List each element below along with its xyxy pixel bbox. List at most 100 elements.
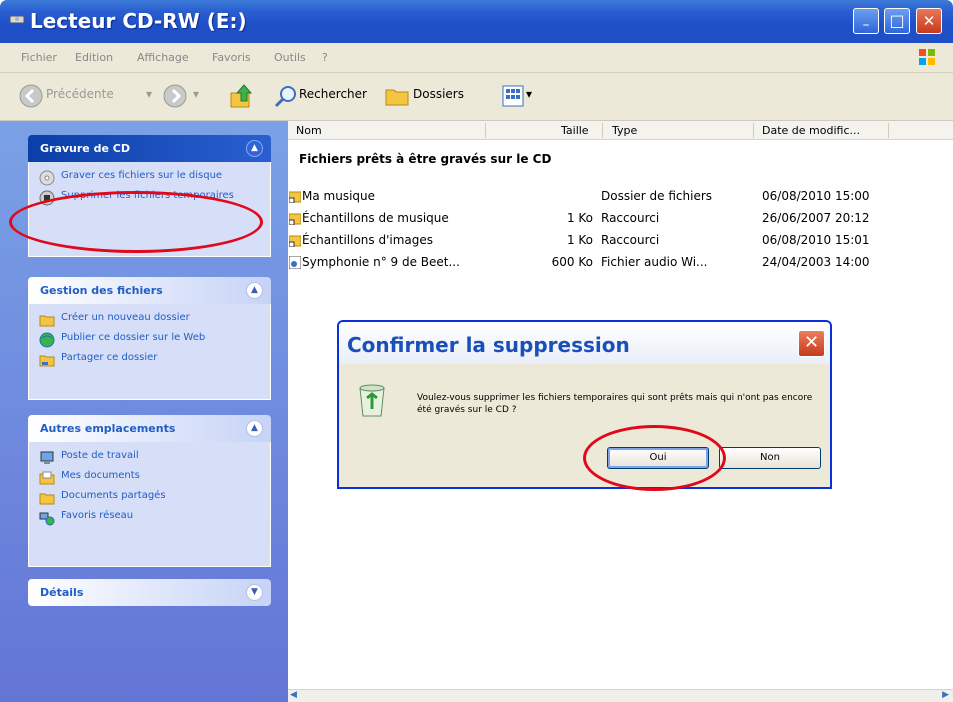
- search-icon[interactable]: [274, 85, 298, 109]
- view-grid-icon[interactable]: [502, 85, 524, 107]
- column-separator[interactable]: [485, 123, 486, 138]
- forward-arrow-icon[interactable]: [163, 84, 187, 108]
- file-management-body: Créer un nouveau dossier Publier ce doss…: [28, 304, 271, 400]
- expand-chevron-icon[interactable]: ▼: [246, 584, 263, 601]
- file-management-panel: Gestion des fichiers ▲ Créer un nouveau …: [28, 277, 271, 400]
- scroll-right-icon[interactable]: ▶: [942, 690, 949, 700]
- group-header: Fichiers prêts à être gravés sur le CD: [299, 152, 552, 166]
- task-burn-files[interactable]: Graver ces fichiers sur le disque: [39, 170, 260, 186]
- file-date: 06/08/2010 15:01: [762, 233, 870, 247]
- dialog-title: Confirmer la suppression: [347, 333, 630, 357]
- task-burn-files-label: Graver ces fichiers sur le disque: [61, 170, 223, 181]
- file-row[interactable]: Ma musique Dossier de fichiers 06/08/201…: [288, 187, 953, 209]
- minimize-button[interactable]: _: [853, 8, 879, 34]
- place-network[interactable]: Favoris réseau: [39, 510, 260, 526]
- task-new-folder-label: Créer un nouveau dossier: [61, 312, 190, 323]
- toolbar: Précédente ▾ ▾ Rechercher Dossiers ▾: [0, 73, 953, 121]
- other-places-panel: Autres emplacements ▲ Poste de travail M…: [28, 415, 271, 567]
- column-headers: Nom Taille Type Date de modific...: [288, 121, 953, 140]
- collapse-chevron-icon[interactable]: ▲: [246, 140, 263, 157]
- network-icon: [39, 512, 55, 526]
- place-network-label: Favoris réseau: [61, 510, 134, 521]
- task-share-folder[interactable]: Partager ce dossier: [39, 352, 260, 368]
- file-row[interactable]: Échantillons d'images 1 Ko Raccourci 06/…: [288, 231, 953, 253]
- menu-fichier[interactable]: Fichier: [21, 51, 57, 64]
- other-places-body: Poste de travail Mes documents Documents…: [28, 442, 271, 567]
- other-places-title: Autres emplacements: [40, 422, 176, 435]
- column-separator[interactable]: [602, 123, 603, 138]
- file-type: Fichier audio Wi...: [601, 255, 708, 269]
- window-title: Lecteur CD-RW (E:): [30, 9, 247, 33]
- file-date: 06/08/2010 15:00: [762, 189, 870, 203]
- menu-affichage[interactable]: Affichage: [137, 51, 189, 64]
- column-type[interactable]: Type: [612, 124, 637, 137]
- documents-icon: [39, 471, 55, 485]
- menu-favoris[interactable]: Favoris: [212, 51, 251, 64]
- burn-cd-icon: [39, 170, 55, 186]
- place-my-computer[interactable]: Poste de travail: [39, 450, 260, 466]
- folders-icon[interactable]: [385, 86, 409, 106]
- no-button[interactable]: Non: [719, 447, 821, 469]
- file-row[interactable]: Symphonie n° 9 de Beet... 600 Ko Fichier…: [288, 253, 953, 275]
- folder-shortcut-icon: [289, 191, 301, 203]
- column-name[interactable]: Nom: [296, 124, 322, 137]
- collapse-chevron-icon[interactable]: ▲: [246, 282, 263, 299]
- menu-outils[interactable]: Outils: [274, 51, 306, 64]
- back-arrow-icon[interactable]: [19, 84, 43, 108]
- file-type: Raccourci: [601, 233, 660, 247]
- file-row[interactable]: Échantillons de musique 1 Ko Raccourci 2…: [288, 209, 953, 231]
- file-name: Ma musique: [302, 189, 376, 203]
- title-bar[interactable]: Lecteur CD-RW (E:) _ □ ✕: [0, 0, 953, 43]
- menu-help[interactable]: ?: [322, 51, 328, 64]
- new-folder-icon: [39, 315, 55, 327]
- place-my-computer-label: Poste de travail: [61, 450, 139, 461]
- details-title: Détails: [40, 586, 84, 599]
- folder-shortcut-icon: [289, 213, 301, 225]
- folder-shortcut-icon: [289, 235, 301, 247]
- annotation-ring: [583, 425, 726, 491]
- search-button-label[interactable]: Rechercher: [299, 87, 367, 101]
- file-name: Symphonie n° 9 de Beet...: [302, 255, 460, 269]
- column-date[interactable]: Date de modific...: [762, 124, 860, 137]
- close-button[interactable]: ✕: [916, 8, 942, 34]
- menu-edition[interactable]: Edition: [75, 51, 113, 64]
- view-dropdown-icon[interactable]: ▾: [526, 87, 532, 101]
- place-my-documents[interactable]: Mes documents: [39, 470, 260, 486]
- file-type: Raccourci: [601, 211, 660, 225]
- shared-folder-icon: [39, 493, 55, 505]
- dialog-title-bar[interactable]: Confirmer la suppression ✕: [339, 322, 830, 364]
- file-management-header[interactable]: Gestion des fichiers ▲: [28, 277, 271, 304]
- horizontal-scrollbar[interactable]: ◀ ▶: [288, 689, 953, 702]
- back-button-label[interactable]: Précédente: [46, 87, 114, 101]
- details-header[interactable]: Détails ▼: [28, 579, 271, 606]
- cd-burning-header[interactable]: Gravure de CD ▲: [28, 135, 271, 162]
- place-shared-documents-label: Documents partagés: [61, 490, 166, 501]
- folders-button-label[interactable]: Dossiers: [413, 87, 464, 101]
- maximize-button[interactable]: □: [884, 8, 910, 34]
- column-size[interactable]: Taille: [561, 124, 589, 137]
- audio-file-icon: [289, 256, 301, 269]
- task-publish-web-label: Publier ce dossier sur le Web: [61, 332, 206, 343]
- task-new-folder[interactable]: Créer un nouveau dossier: [39, 312, 260, 328]
- dialog-close-button[interactable]: ✕: [798, 330, 825, 357]
- column-separator[interactable]: [753, 123, 754, 138]
- back-dropdown-icon[interactable]: ▾: [146, 87, 152, 101]
- scroll-left-icon[interactable]: ◀: [290, 690, 297, 700]
- up-folder-icon[interactable]: [229, 83, 253, 109]
- file-size: 600 Ko: [551, 255, 593, 269]
- collapse-chevron-icon[interactable]: ▲: [246, 420, 263, 437]
- menu-bar: Fichier Edition Affichage Favoris Outils…: [0, 43, 953, 73]
- column-separator[interactable]: [888, 123, 889, 138]
- computer-icon: [40, 451, 54, 464]
- place-my-documents-label: Mes documents: [61, 470, 140, 481]
- task-publish-web[interactable]: Publier ce dossier sur le Web: [39, 332, 260, 348]
- other-places-header[interactable]: Autres emplacements ▲: [28, 415, 271, 442]
- recycle-bin-icon: [359, 384, 385, 417]
- windows-logo-icon: [919, 49, 935, 65]
- file-date: 26/06/2007 20:12: [762, 211, 870, 225]
- file-date: 24/04/2003 14:00: [762, 255, 870, 269]
- annotation-ring: [9, 191, 263, 253]
- forward-dropdown-icon[interactable]: ▾: [193, 87, 199, 101]
- place-shared-documents[interactable]: Documents partagés: [39, 490, 260, 506]
- details-panel: Détails ▼: [28, 579, 271, 606]
